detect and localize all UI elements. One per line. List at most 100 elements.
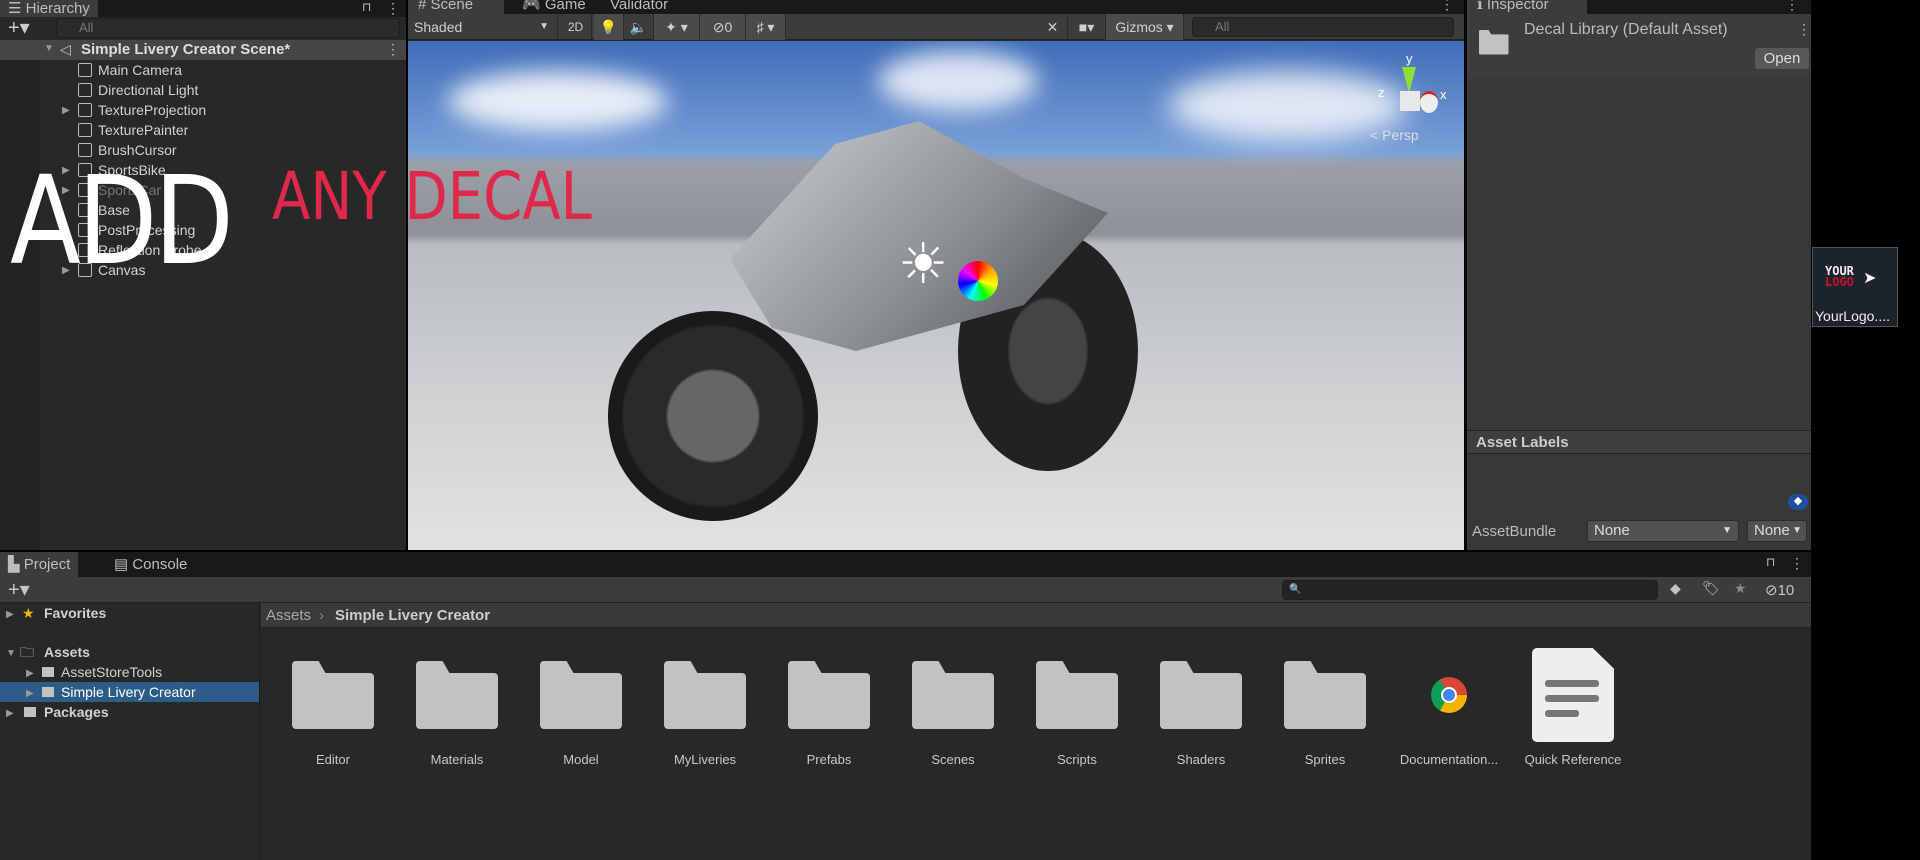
project-search-input[interactable]: 🔍 <box>1282 580 1658 600</box>
tab-game[interactable]: 🎮 Game <box>512 0 596 14</box>
breadcrumb: Assets › Simple Livery Creator <box>261 603 1811 628</box>
scene-menu-icon[interactable]: ⋮ <box>386 41 400 58</box>
camera-icon[interactable]: ■▾ <box>1068 14 1106 40</box>
gameobject-cube-icon <box>78 83 92 97</box>
lock-icon[interactable]: ⊓ <box>1766 555 1775 569</box>
scene-row[interactable]: ▼ ◁ Simple Livery Creator Scene* ⋮ <box>0 40 406 60</box>
projection-label[interactable]: < Persp <box>1370 127 1419 143</box>
expand-arrow-icon[interactable]: ▶ <box>62 161 70 181</box>
folder-icon <box>416 661 498 729</box>
folder-icon <box>664 661 746 729</box>
scene-search-input[interactable]: All <box>1192 17 1454 37</box>
tools-icon[interactable]: ✕ <box>1038 14 1068 40</box>
hierarchy-item[interactable]: Base <box>0 200 406 220</box>
tree-assetstoretools[interactable]: ▶ AssetStoreTools <box>0 662 259 682</box>
favorite-star-icon[interactable]: ★ <box>1734 580 1747 597</box>
tree-packages[interactable]: ▶ Packages <box>0 702 259 722</box>
dragged-asset[interactable]: YOUR LOGO ➤ YourLogo.... <box>1812 247 1898 327</box>
open-button[interactable]: Open <box>1755 48 1809 69</box>
unity-scene-icon: ◁ <box>60 41 71 57</box>
tab-inspector[interactable]: ℹ Inspector <box>1467 0 1587 14</box>
gameobject-cube-icon <box>78 103 92 117</box>
folder-icon <box>1036 661 1118 729</box>
more-icon[interactable]: ⋮ <box>1440 0 1454 13</box>
hierarchy-search-input[interactable]: All <box>56 18 400 38</box>
gameobject-cube-icon <box>78 203 92 217</box>
hierarchy-item[interactable]: Directional Light <box>0 80 406 100</box>
gameobject-cube-icon <box>78 63 92 77</box>
add-button[interactable]: +▾ <box>8 15 30 40</box>
more-icon[interactable]: ⋮ <box>1785 0 1799 13</box>
hierarchy-item[interactable]: ▶ Canvas <box>0 260 406 280</box>
scene-panel: # Scene 🎮 Game Validator ⋮ Shaded ▼ 2D 💡 … <box>408 0 1464 550</box>
hierarchy-item[interactable]: Main Camera <box>0 60 406 80</box>
effects-icon[interactable]: ✦ ▾ <box>654 14 700 40</box>
tree-assets[interactable]: ▼ 🗀 Assets <box>0 642 259 662</box>
expand-arrow-icon[interactable]: ▶ <box>62 101 70 121</box>
folder-icon <box>42 687 54 697</box>
shading-dropdown[interactable]: Shaded ▼ <box>408 14 558 40</box>
motorbike[interactable]: ☀ <box>608 81 1138 521</box>
hierarchy-item[interactable]: PostProcessing <box>0 220 406 240</box>
gameobject-cube-icon <box>78 263 92 277</box>
visibility-toggle[interactable]: ⊘0 <box>700 14 746 40</box>
folder-icon <box>912 661 994 729</box>
more-icon[interactable]: ⋮ <box>1790 555 1804 572</box>
document-icon <box>1532 648 1614 742</box>
variant-dropdown[interactable]: None ▼ <box>1747 520 1807 542</box>
grid-toggle-icon[interactable]: ♯ ▾ <box>746 14 786 40</box>
filter-label-icon[interactable]: 🏷 <box>1702 580 1720 597</box>
folder-icon <box>1160 661 1242 729</box>
tab-validator[interactable]: Validator <box>600 0 678 14</box>
tab-scene[interactable]: # Scene <box>408 0 504 14</box>
gameobject-cube-icon <box>78 243 92 257</box>
hierarchy-item[interactable]: ▶ SportsBike <box>0 160 406 180</box>
breadcrumb-assets[interactable]: Assets <box>266 603 311 628</box>
hierarchy-item[interactable]: TexturePainter <box>0 120 406 140</box>
hierarchy-item[interactable]: BrushCursor <box>0 140 406 160</box>
more-icon[interactable]: ⋮ <box>386 0 400 17</box>
tree-simple-livery-creator[interactable]: ▶ Simple Livery Creator <box>0 682 259 702</box>
expand-arrow-icon[interactable]: ▶ <box>62 261 70 281</box>
gameobject-cube-icon <box>78 123 92 137</box>
gameobject-cube-icon <box>78 143 92 157</box>
expand-arrow-icon[interactable]: ▶ <box>62 181 70 201</box>
folder-icon: ▙ <box>8 556 20 573</box>
create-button[interactable]: +▾ <box>8 577 30 602</box>
inspector-menu-icon[interactable]: ⋮ <box>1797 21 1811 38</box>
folder-icon <box>1479 30 1509 55</box>
2d-toggle[interactable]: 2D <box>560 14 592 40</box>
gameobject-cube-icon <box>78 183 92 197</box>
gameobject-cube-icon <box>78 223 92 237</box>
tab-project[interactable]: ▙ Project <box>0 552 79 577</box>
hierarchy-item[interactable]: ▶ TextureProjection <box>0 100 406 120</box>
hierarchy-panel: ☰ Hierarchy ⊓ ⋮ +▾ All ▼ ◁ Simple Livery … <box>0 0 406 550</box>
folder-icon <box>292 661 374 729</box>
folder-icon <box>1284 661 1366 729</box>
lock-icon[interactable]: ⊓ <box>362 0 371 14</box>
folder-icon <box>788 661 870 729</box>
audio-toggle-icon[interactable]: 🔈 <box>624 14 654 40</box>
label-tag-icon[interactable]: ◆ <box>1788 494 1808 510</box>
light-icon: ☀ <box>898 232 949 295</box>
list-icon: ☰ <box>8 0 22 17</box>
star-icon: ★ <box>22 605 35 621</box>
folder-icon <box>24 707 36 717</box>
gameobject-cube-icon <box>78 163 92 177</box>
inspector-panel: ℹ Inspector ⋮ Decal Library (Default Asse… <box>1467 0 1811 550</box>
tab-console[interactable]: ▤ Console <box>104 552 197 577</box>
filter-type-icon[interactable]: ◆ <box>1670 580 1681 597</box>
hidden-packages-toggle[interactable]: ⊘10 <box>1765 581 1794 599</box>
cursor-icon: ➤ <box>1863 270 1877 287</box>
hierarchy-item[interactable]: ▶ SportsCar <box>0 180 406 200</box>
assetbundle-dropdown[interactable]: None ▼ <box>1587 520 1739 542</box>
breadcrumb-current[interactable]: Simple Livery Creator <box>335 603 490 628</box>
tab-hierarchy[interactable]: ☰ Hierarchy <box>0 0 98 17</box>
hierarchy-item[interactable]: Reflection Probe <box>0 240 406 260</box>
lighting-toggle-icon[interactable]: 💡 <box>594 14 624 40</box>
scene-viewport[interactable]: ☀ y z x < Persp <box>408 41 1464 550</box>
tree-favorites[interactable]: ▶ ★ Favorites <box>0 603 259 623</box>
folder-open-icon: 🗀 <box>20 644 34 660</box>
gizmos-dropdown[interactable]: Gizmos ▾ <box>1106 14 1184 40</box>
chrome-icon <box>1431 677 1467 713</box>
